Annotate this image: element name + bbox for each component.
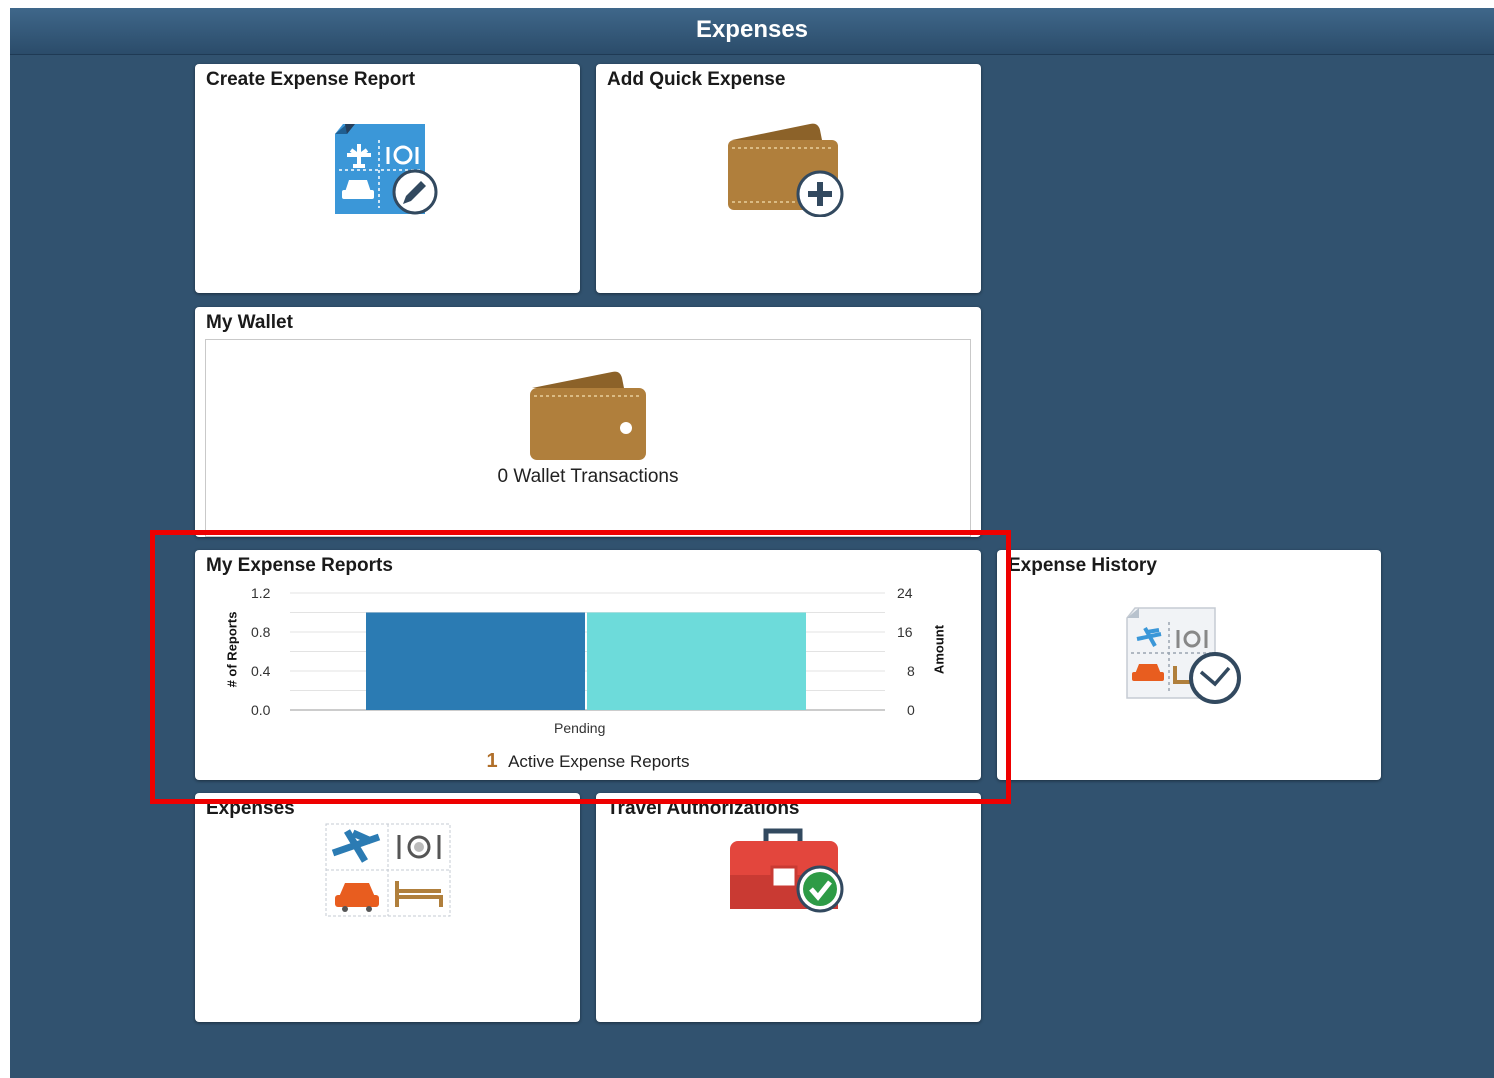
y2-tick: 24 (897, 585, 913, 601)
tile-create-expense-report[interactable]: Create Expense Report (195, 64, 580, 293)
tile-expense-history[interactable]: Expense History (997, 550, 1381, 780)
bar-amount[interactable] (587, 612, 806, 711)
tile-travel-authorizations[interactable]: Travel Authorizations (596, 793, 981, 1022)
wallet-transactions-count: 0 Wallet Transactions (497, 466, 679, 487)
active-reports-summary: 1 Active Expense Reports (195, 750, 981, 773)
page-title: Expenses (695, 16, 809, 43)
tile-my-expense-reports[interactable]: My Expense Reports 1.2 0.8 0.4 0.0 24 16… (195, 550, 981, 780)
y-tick: 0.0 (251, 702, 271, 718)
active-reports-label: Active Expense Reports (508, 752, 690, 771)
briefcase-check-icon (730, 828, 844, 913)
tile-title: Add Quick Expense (607, 69, 786, 90)
expense-categories-icon (325, 823, 451, 917)
active-reports-count: 1 (486, 750, 498, 772)
x-tick: Pending (554, 720, 606, 736)
y-tick: 0.8 (251, 624, 271, 640)
wallet-add-icon (728, 123, 844, 217)
tile-title: My Wallet (206, 312, 293, 333)
tile-expenses[interactable]: Expenses (195, 793, 580, 1022)
tile-add-quick-expense[interactable]: Add Quick Expense (596, 64, 981, 293)
y2-axis-title: Amount (931, 624, 947, 675)
expense-history-clock-icon (1126, 607, 1241, 704)
y2-tick: 8 (907, 663, 915, 679)
y-tick: 1.2 (251, 585, 271, 601)
y2-tick: 16 (897, 624, 913, 640)
y-axis-title: # of Reports (224, 611, 240, 688)
tile-my-wallet[interactable]: My Wallet 0 Wallet Transactions (195, 307, 981, 537)
bar-reports[interactable] (366, 612, 585, 711)
wallet-panel: 0 Wallet Transactions (205, 339, 971, 537)
tile-title: Create Expense Report (206, 69, 416, 90)
wallet-icon (530, 371, 646, 460)
header-banner: Expenses (10, 8, 1494, 55)
y2-tick: 0 (907, 702, 915, 718)
tile-title: Expense History (1008, 555, 1157, 576)
tile-title: Expenses (206, 798, 295, 819)
expense-report-edit-icon (335, 124, 438, 215)
y-tick: 0.4 (251, 663, 271, 679)
chart-bars (366, 612, 806, 711)
tile-title: Travel Authorizations (607, 798, 800, 819)
